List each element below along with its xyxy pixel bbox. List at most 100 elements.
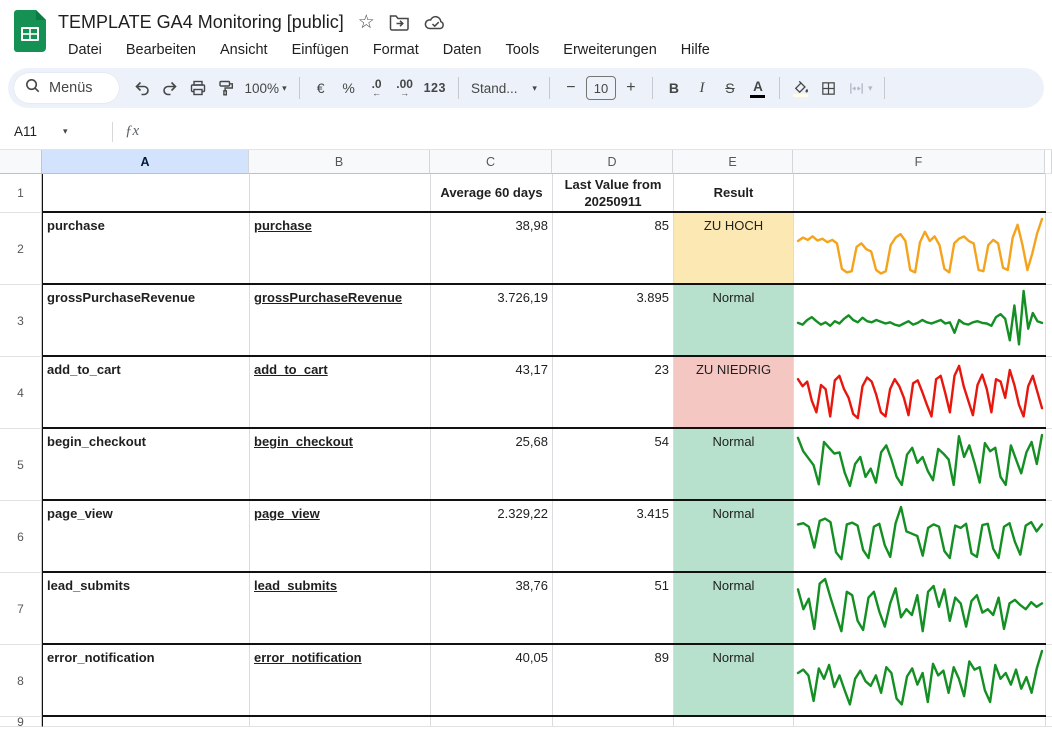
cell-F2[interactable] [794,213,1046,283]
select-all-corner[interactable] [0,150,42,174]
cell-C2[interactable]: 38,98 [431,213,553,283]
sheets-logo-icon[interactable] [14,10,46,52]
cell-F8[interactable] [794,645,1046,715]
star-icon[interactable]: ☆ [358,13,375,32]
column-header-b[interactable]: B [249,150,430,174]
row-header-6[interactable]: 6 [0,501,42,573]
column-header-a[interactable]: A [42,150,249,174]
cell-D9[interactable] [553,717,674,726]
cell-F3[interactable] [794,285,1046,355]
cell-A4[interactable]: add_to_cart [43,357,250,427]
fill-color-button[interactable] [788,74,814,102]
cell-B9[interactable] [250,717,431,726]
strikethrough-button[interactable]: S [717,74,743,102]
cell-E7[interactable]: Normal [674,573,794,643]
cell-B2[interactable]: purchase [250,213,431,283]
cell-A7[interactable]: lead_submits [43,573,250,643]
menu-bearbeiten[interactable]: Bearbeiten [116,39,206,61]
cell-C8[interactable]: 40,05 [431,645,553,715]
cell-C1[interactable]: Average 60 days [431,174,553,211]
cell-A8[interactable]: error_notification [43,645,250,715]
cell-E5[interactable]: Normal [674,429,794,499]
column-header-f[interactable]: F [793,150,1045,174]
more-formats-button[interactable]: 123 [420,74,450,102]
increase-decimal-button[interactable]: .00→ [392,74,418,102]
menus-search[interactable]: Menüs [14,73,119,103]
cell-F6[interactable] [794,501,1046,571]
cell-C9[interactable] [431,717,553,726]
decrease-decimal-button[interactable]: .0← [364,74,390,102]
menu-datei[interactable]: Datei [58,39,112,61]
menu-hilfe[interactable]: Hilfe [671,39,720,61]
print-button[interactable] [185,74,211,102]
cell-E2[interactable]: ZU HOCH [674,213,794,283]
cell-B5[interactable]: begin_checkout [250,429,431,499]
row-header-8[interactable]: 8 [0,645,42,717]
row-header-5[interactable]: 5 [0,429,42,501]
cell-A2[interactable]: purchase [43,213,250,283]
cell-E4[interactable]: ZU NIEDRIG [674,357,794,427]
cell-D2[interactable]: 85 [553,213,674,283]
cell-E1[interactable]: Result [674,174,794,211]
column-header-e[interactable]: E [673,150,793,174]
cell-F1[interactable] [794,174,1046,211]
cell-F7[interactable] [794,573,1046,643]
cell-D8[interactable]: 89 [553,645,674,715]
borders-button[interactable] [816,74,842,102]
row-header-1[interactable]: 1 [0,174,42,213]
cell-D7[interactable]: 51 [553,573,674,643]
merge-cells-button[interactable]: ▾ [844,74,877,102]
row-header-9[interactable]: 9 [0,717,42,727]
zoom-select[interactable]: 100% ▾ [241,74,291,102]
menu-daten[interactable]: Daten [433,39,492,61]
cell-B7[interactable]: lead_submits [250,573,431,643]
cell-A3[interactable]: grossPurchaseRevenue [43,285,250,355]
bold-button[interactable]: B [661,74,687,102]
increase-font-size-button[interactable]: + [618,74,644,102]
cell-D6[interactable]: 3.415 [553,501,674,571]
cell-B6[interactable]: page_view [250,501,431,571]
cell-A9[interactable] [43,717,250,726]
font-size-input[interactable]: 10 [586,76,616,100]
cell-E3[interactable]: Normal [674,285,794,355]
cell-C5[interactable]: 25,68 [431,429,553,499]
redo-button[interactable] [157,74,183,102]
percent-format-button[interactable]: % [336,74,362,102]
row-header-7[interactable]: 7 [0,573,42,645]
cell-D5[interactable]: 54 [553,429,674,499]
row-header-4[interactable]: 4 [0,357,42,429]
cell-D3[interactable]: 3.895 [553,285,674,355]
menu-ansicht[interactable]: Ansicht [210,39,278,61]
cell-B8[interactable]: error_notification [250,645,431,715]
cell-C3[interactable]: 3.726,19 [431,285,553,355]
row-header-2[interactable]: 2 [0,213,42,285]
row-header-3[interactable]: 3 [0,285,42,357]
cell-C6[interactable]: 2.329,22 [431,501,553,571]
cell-F9[interactable] [794,717,1046,726]
menu-einfgen[interactable]: Einfügen [282,39,359,61]
cell-F4[interactable] [794,357,1046,427]
cell-B3[interactable]: grossPurchaseRevenue [250,285,431,355]
cell-E8[interactable]: Normal [674,645,794,715]
font-select[interactable]: Stand... ▾ [467,74,541,102]
menu-tools[interactable]: Tools [495,39,549,61]
cell-B1[interactable] [250,174,431,211]
paint-format-button[interactable] [213,74,239,102]
cell-D4[interactable]: 23 [553,357,674,427]
decrease-font-size-button[interactable]: − [558,74,584,102]
column-header-d[interactable]: D [552,150,673,174]
currency-format-button[interactable]: € [308,74,334,102]
undo-button[interactable] [129,74,155,102]
menu-erweiterungen[interactable]: Erweiterungen [553,39,667,61]
cell-C7[interactable]: 38,76 [431,573,553,643]
text-color-button[interactable]: A [745,74,771,102]
cell-A1[interactable] [43,174,250,211]
italic-button[interactable]: I [689,74,715,102]
cell-D1[interactable]: Last Value from 20250911 [553,174,674,211]
move-folder-icon[interactable] [389,13,410,31]
name-box[interactable]: A11 ▾ [14,124,110,139]
cell-A6[interactable]: page_view [43,501,250,571]
cell-E9[interactable] [674,717,794,726]
column-header-c[interactable]: C [430,150,552,174]
menu-format[interactable]: Format [363,39,429,61]
